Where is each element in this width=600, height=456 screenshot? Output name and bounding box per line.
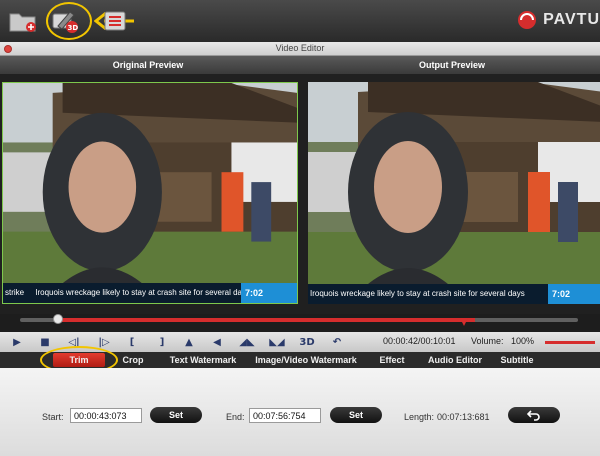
rotate-left-icon[interactable]: ◢◣ <box>238 335 256 349</box>
brand: PAVTU <box>517 10 600 30</box>
ticker-text: strike Iroquois wreckage likely to stay … <box>5 288 251 297</box>
output-preview-pane: Iroquois wreckage likely to stay at cras… <box>308 82 600 304</box>
volume-value: 100% <box>511 336 535 346</box>
flip-vertical-icon[interactable]: ▲ <box>182 335 196 349</box>
volume-slider[interactable] <box>545 341 595 344</box>
edit-highlight-ring <box>46 2 92 40</box>
mark-in-icon[interactable]: [ <box>126 335 138 349</box>
tab-image-video-watermark[interactable]: Image/Video Watermark <box>251 353 361 367</box>
output-preview-label: Output Preview <box>418 60 485 70</box>
start-time-input[interactable] <box>70 408 142 423</box>
tab-effect[interactable]: Effect <box>377 353 407 367</box>
tab-audio-editor[interactable]: Audio Editor <box>425 353 485 367</box>
tab-subtitle[interactable]: Subtitle <box>496 353 538 367</box>
trim-panel: Start: Set End: Set Length: 00:07:13:681 <box>0 368 600 456</box>
mark-out-icon[interactable]: ] <box>156 335 168 349</box>
reset-button[interactable] <box>508 407 560 423</box>
ticker-text: Iroquois wreckage likely to stay at cras… <box>310 289 525 298</box>
ticker-time: 7:02 <box>241 283 297 303</box>
original-preview-pane: strike Iroquois wreckage likely to stay … <box>2 82 298 304</box>
end-time-input[interactable] <box>249 408 321 423</box>
set-start-button[interactable]: Set <box>150 407 202 423</box>
end-label: End: <box>226 412 245 422</box>
ticker-time: 7:02 <box>548 284 600 304</box>
ticker-bar: strike Iroquois wreckage likely to stay … <box>3 283 297 303</box>
start-label: Start: <box>42 412 64 422</box>
app-toolbar: 3D PAVTU <box>0 0 600 42</box>
tab-crop[interactable]: Crop <box>118 353 148 367</box>
list-icon[interactable] <box>100 6 130 36</box>
length-label: Length: <box>404 412 435 422</box>
play-icon[interactable]: ▶ <box>10 335 24 349</box>
folder-add-icon[interactable] <box>8 6 38 36</box>
window-title: Video Editor <box>275 43 325 53</box>
original-preview-label: Original Preview <box>112 60 184 70</box>
length-value: 00:07:13:681 <box>437 412 490 422</box>
volume-fill <box>545 341 595 344</box>
preview-area: strike Iroquois wreckage likely to stay … <box>0 74 600 314</box>
undo-icon[interactable]: ↶ <box>330 335 344 349</box>
3d-icon[interactable]: 3D <box>298 335 316 349</box>
volume-label: Volume: <box>471 336 504 346</box>
time-readout: 00:00:42/00:10:01 <box>383 336 456 346</box>
brand-logo-icon <box>518 11 537 29</box>
tab-text-watermark[interactable]: Text Watermark <box>165 353 241 367</box>
ticker-bar: Iroquois wreckage likely to stay at cras… <box>308 284 600 304</box>
stop-icon[interactable]: ■ <box>38 335 52 349</box>
timeline-selection <box>57 318 475 322</box>
snapshot-icon[interactable]: ◀ <box>210 335 224 349</box>
output-video-frame <box>308 82 600 304</box>
rotate-right-icon[interactable]: ◣◢ <box>268 335 286 349</box>
trim-end-handle[interactable] <box>460 318 468 326</box>
timeline <box>0 314 600 332</box>
original-video-frame <box>3 83 297 303</box>
window-titlebar: Video Editor <box>0 42 600 56</box>
brand-name: PAVTU <box>543 11 600 28</box>
undo-icon <box>527 410 540 421</box>
preview-header: Original Preview Output Preview <box>0 56 600 74</box>
trim-start-handle[interactable] <box>53 314 63 324</box>
set-end-button[interactable]: Set <box>330 407 382 423</box>
